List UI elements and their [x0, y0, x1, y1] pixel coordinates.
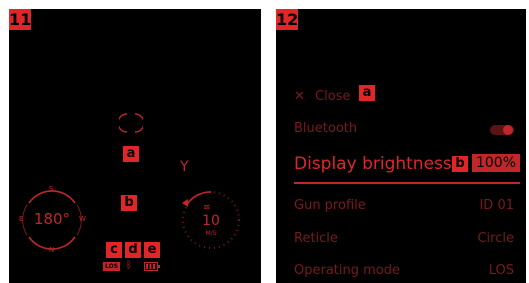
compass-south: S	[49, 185, 54, 193]
gun-profile-value: ID 01	[479, 198, 514, 213]
reticle-label: Reticle	[294, 231, 338, 246]
bluetooth-label: Bluetooth	[294, 121, 358, 136]
bluetooth-toggle[interactable]	[490, 124, 514, 136]
menu-item-bluetooth[interactable]: Bluetooth	[294, 121, 514, 136]
compass-east: E	[19, 215, 24, 223]
bluetooth-icon: ᛒ	[126, 260, 132, 271]
menu-item-display-brightness[interactable]: Display brightness b 100%	[294, 152, 520, 184]
close-button[interactable]: ✕ Close	[294, 89, 350, 104]
label-a: a	[123, 146, 139, 162]
label-e: e	[144, 242, 160, 258]
reticle-value: Circle	[477, 231, 514, 246]
menu-item-gun-profile[interactable]: Gun profile ID 01	[294, 198, 514, 213]
close-icon: ✕	[294, 89, 305, 104]
figure-number-11: 11	[9, 9, 32, 30]
label-b: b	[452, 156, 468, 172]
operating-mode-label: Operating mode	[294, 263, 400, 278]
wind-speed: 10	[202, 213, 220, 229]
battery-icon	[144, 262, 160, 271]
reticle-icon	[119, 113, 143, 133]
compass-widget: S N E W 180°	[17, 185, 87, 255]
settings-menu-panel: 12 ✕ Close a Bluetooth Display brightnes…	[276, 9, 526, 283]
wind-widget: ≋ 10 M/S	[176, 185, 246, 255]
compass-heading: 180°	[33, 210, 71, 228]
figure-number-12: 12	[276, 9, 299, 30]
label-a: a	[359, 85, 375, 101]
menu-item-operating-mode[interactable]: Operating mode LOS	[294, 263, 514, 278]
menu-item-reticle[interactable]: Reticle Circle	[294, 231, 514, 246]
label-c: c	[106, 242, 122, 258]
compass-north: N	[49, 246, 55, 254]
wind-icon: ≋	[203, 203, 211, 213]
y-marker: Y	[180, 159, 189, 175]
wind-unit: M/S	[205, 230, 217, 237]
brightness-label: Display brightness	[294, 154, 452, 174]
close-label: Close	[315, 89, 351, 104]
mode-badge: LOS	[103, 262, 121, 271]
compass-west: W	[79, 215, 86, 223]
rangefinder-display-panel: 11 a b Y S N E W 180° ≋ 10 M/S c d e LOS	[9, 9, 261, 283]
brightness-value: 100%	[471, 154, 520, 172]
gun-profile-label: Gun profile	[294, 198, 366, 213]
label-b: b	[121, 195, 137, 211]
label-d: d	[125, 242, 141, 258]
operating-mode-value: LOS	[488, 263, 514, 278]
